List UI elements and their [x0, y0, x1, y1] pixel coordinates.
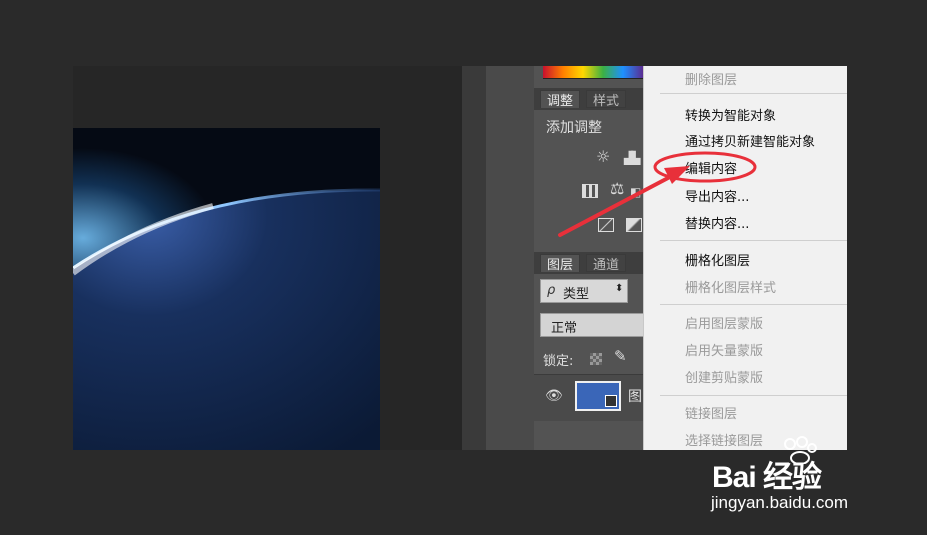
- watermark-logo: Bai 经验: [712, 461, 822, 494]
- watermark-url: jingyan.baidu.com: [711, 493, 849, 512]
- pointer-arrow: [558, 176, 670, 237]
